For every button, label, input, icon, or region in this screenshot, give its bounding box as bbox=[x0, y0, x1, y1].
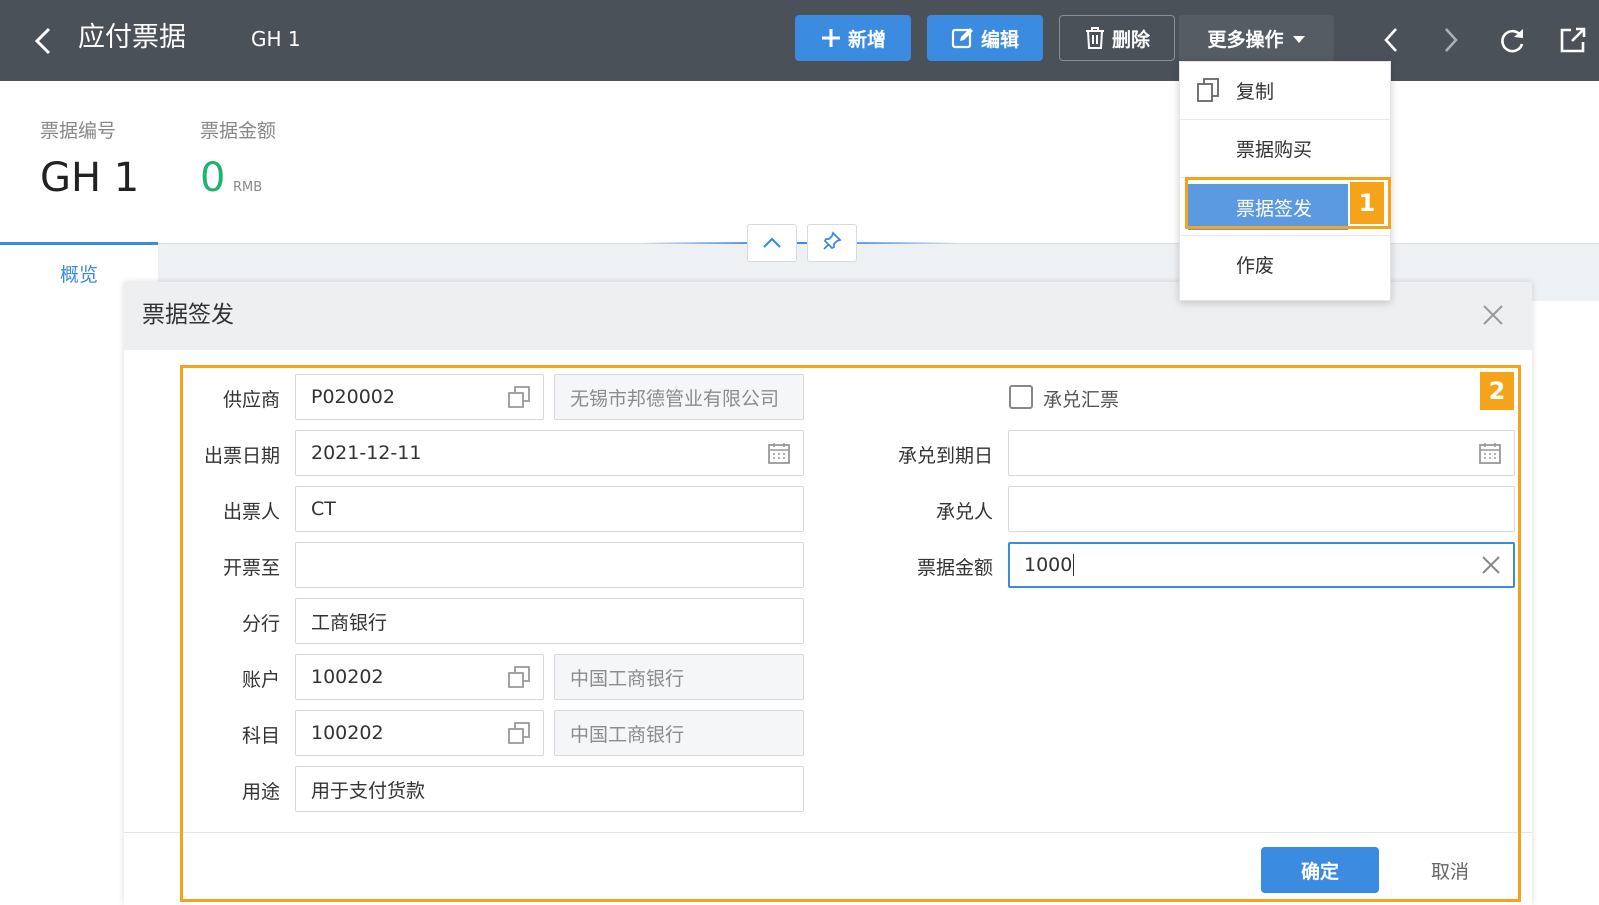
subject-name-field: 中国工商银行 bbox=[554, 710, 804, 756]
account-label: 账户 bbox=[241, 669, 280, 691]
back-arrow-icon[interactable] bbox=[28, 22, 58, 60]
drawer-input[interactable]: CT bbox=[295, 486, 804, 532]
confirm-button[interactable]: 确定 bbox=[1261, 847, 1379, 893]
account-code-value: 100202 bbox=[311, 666, 384, 688]
chevron-up-icon bbox=[762, 234, 782, 253]
add-button-label: 新增 bbox=[847, 28, 886, 51]
bill-amount-label: 票据金额 bbox=[200, 120, 277, 142]
document-code: GH 1 bbox=[251, 27, 301, 51]
lookup-icon[interactable] bbox=[507, 375, 531, 419]
bill-amount-value: 0 bbox=[200, 155, 226, 201]
issue-to-input[interactable] bbox=[295, 542, 804, 588]
text-cursor bbox=[1073, 554, 1075, 576]
supplier-code-value: P020002 bbox=[311, 386, 395, 408]
drawer-value: CT bbox=[311, 498, 336, 520]
close-icon[interactable] bbox=[1474, 296, 1512, 334]
currency-unit: RMB bbox=[233, 180, 263, 195]
more-operations-label: 更多操作 bbox=[1207, 28, 1284, 51]
caret-down-icon bbox=[1292, 27, 1306, 49]
supplier-name-value: 无锡市邦德管业有限公司 bbox=[570, 387, 780, 410]
branch-value: 工商银行 bbox=[311, 611, 388, 634]
menu-item-bill-purchase[interactable]: 票据购买 bbox=[1180, 120, 1390, 177]
acceptance-bill-checkbox[interactable] bbox=[1009, 385, 1033, 409]
menu-item-bill-purchase-label: 票据购买 bbox=[1236, 139, 1313, 161]
add-button[interactable]: 新增 bbox=[795, 15, 911, 61]
menu-item-void[interactable]: 作废 bbox=[1180, 236, 1390, 293]
collapse-button[interactable] bbox=[747, 224, 797, 262]
cancel-button[interactable]: 取消 bbox=[1410, 847, 1490, 893]
calendar-icon[interactable] bbox=[1478, 431, 1502, 475]
purpose-value: 用于支付货款 bbox=[311, 779, 426, 802]
issue-date-label: 出票日期 bbox=[203, 445, 280, 467]
dialog-footer-divider bbox=[124, 832, 1532, 833]
clear-icon[interactable] bbox=[1481, 544, 1501, 586]
branch-input[interactable]: 工商银行 bbox=[295, 598, 804, 644]
account-code-input[interactable]: 100202 bbox=[295, 654, 544, 700]
edit-icon bbox=[951, 26, 975, 50]
supplier-label: 供应商 bbox=[222, 389, 280, 411]
refresh-icon[interactable] bbox=[1494, 22, 1530, 58]
more-operations-menu: 复制 票据购买 票据签发 作废 bbox=[1179, 61, 1391, 301]
branch-label: 分行 bbox=[241, 613, 280, 635]
menu-item-copy-label: 复制 bbox=[1236, 81, 1275, 103]
edit-button-label: 编辑 bbox=[980, 28, 1019, 51]
issue-date-value: 2021-12-11 bbox=[311, 442, 422, 464]
page-title: 应付票据 bbox=[78, 22, 186, 53]
acceptor-label: 承兑人 bbox=[935, 501, 993, 523]
purpose-label: 用途 bbox=[241, 781, 280, 803]
copy-icon bbox=[1196, 77, 1220, 108]
subject-label: 科目 bbox=[241, 725, 280, 747]
issue-date-input[interactable]: 2021-12-11 bbox=[295, 430, 804, 476]
bill-amount-field-label: 票据金额 bbox=[916, 557, 993, 579]
share-export-icon[interactable] bbox=[1555, 22, 1591, 58]
pin-button[interactable] bbox=[807, 224, 857, 262]
issue-to-label: 开票至 bbox=[222, 557, 280, 579]
bill-amount-input-value: 1000 bbox=[1024, 554, 1073, 576]
more-operations-dropdown[interactable]: 更多操作 bbox=[1179, 15, 1334, 61]
subject-name-value: 中国工商银行 bbox=[570, 723, 685, 746]
subject-code-value: 100202 bbox=[311, 722, 384, 744]
pin-icon bbox=[822, 231, 842, 255]
lookup-icon[interactable] bbox=[507, 655, 531, 699]
accent-line bbox=[640, 242, 960, 244]
supplier-name-field: 无锡市邦德管业有限公司 bbox=[554, 374, 804, 420]
supplier-code-input[interactable]: P020002 bbox=[295, 374, 544, 420]
menu-item-bill-issue[interactable]: 票据签发 bbox=[1188, 184, 1348, 230]
step-badge-2: 2 bbox=[1480, 372, 1514, 410]
previous-record-icon[interactable] bbox=[1373, 22, 1409, 58]
menu-item-copy[interactable]: 复制 bbox=[1180, 62, 1390, 119]
document-number-label: 票据编号 bbox=[40, 120, 117, 142]
acceptor-input[interactable] bbox=[1008, 486, 1515, 532]
account-name-value: 中国工商银行 bbox=[570, 667, 685, 690]
purpose-input[interactable]: 用于支付货款 bbox=[295, 766, 804, 812]
dialog-title: 票据签发 bbox=[142, 302, 234, 328]
acceptance-due-date-label: 承兑到期日 bbox=[897, 445, 993, 467]
delete-button[interactable]: 删除 bbox=[1059, 15, 1175, 61]
bill-amount-input[interactable]: 1000 bbox=[1008, 542, 1515, 588]
subject-code-input[interactable]: 100202 bbox=[295, 710, 544, 756]
acceptance-bill-label: 承兑汇票 bbox=[1043, 389, 1120, 411]
delete-button-label: 删除 bbox=[1111, 28, 1150, 51]
plus-icon bbox=[820, 27, 842, 49]
menu-item-bill-issue-label: 票据签发 bbox=[1236, 197, 1313, 220]
lookup-icon[interactable] bbox=[507, 711, 531, 755]
menu-separator bbox=[1180, 177, 1390, 178]
acceptance-due-date-input[interactable] bbox=[1008, 430, 1515, 476]
menu-item-void-label: 作废 bbox=[1236, 255, 1275, 277]
trash-icon bbox=[1084, 26, 1106, 50]
account-name-field: 中国工商银行 bbox=[554, 654, 804, 700]
next-record-icon[interactable] bbox=[1433, 22, 1469, 58]
drawer-label: 出票人 bbox=[222, 501, 280, 523]
document-number-value: GH 1 bbox=[40, 155, 140, 201]
step-badge-1: 1 bbox=[1350, 182, 1384, 224]
calendar-icon[interactable] bbox=[767, 431, 791, 475]
edit-button[interactable]: 编辑 bbox=[927, 15, 1043, 61]
